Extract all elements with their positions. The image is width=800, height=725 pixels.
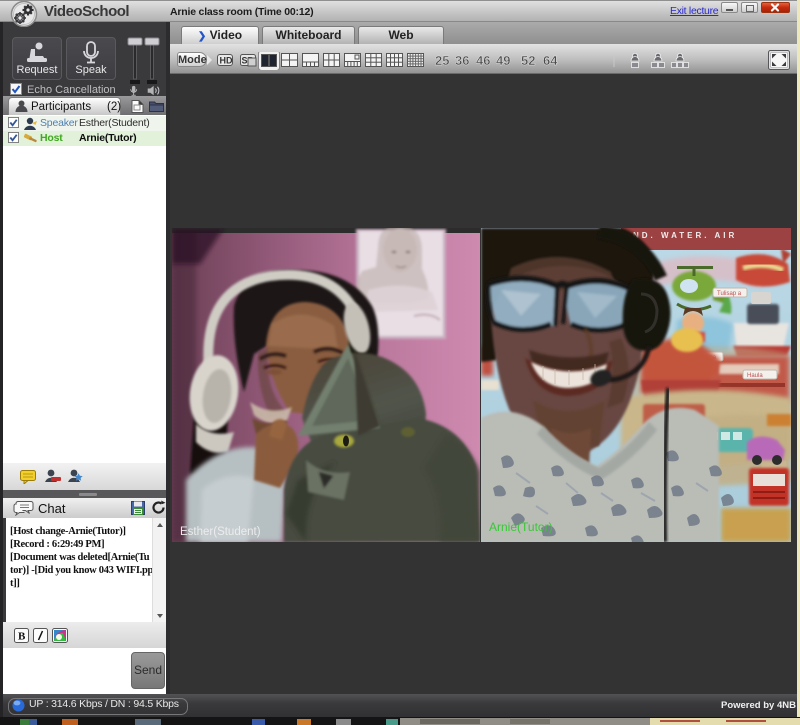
svg-text:Haula: Haula	[747, 373, 763, 379]
svg-text:HD: HD	[220, 56, 233, 66]
svg-text:25: 25	[435, 53, 449, 68]
svg-text:Arnie(Tutor): Arnie(Tutor)	[489, 520, 553, 534]
svg-text:Tulisap a: Tulisap a	[717, 291, 742, 297]
svg-text:46: 46	[476, 53, 490, 68]
svg-text:Esther(Student): Esther(Student)	[180, 526, 261, 538]
svg-text:B: B	[18, 631, 26, 643]
svg-text:ND. WATER. AIR: ND. WATER. AIR	[633, 231, 737, 240]
svg-text:49: 49	[496, 53, 510, 68]
svg-text:64: 64	[543, 53, 558, 68]
svg-text:36: 36	[455, 53, 469, 68]
svg-text:52: 52	[521, 53, 535, 68]
